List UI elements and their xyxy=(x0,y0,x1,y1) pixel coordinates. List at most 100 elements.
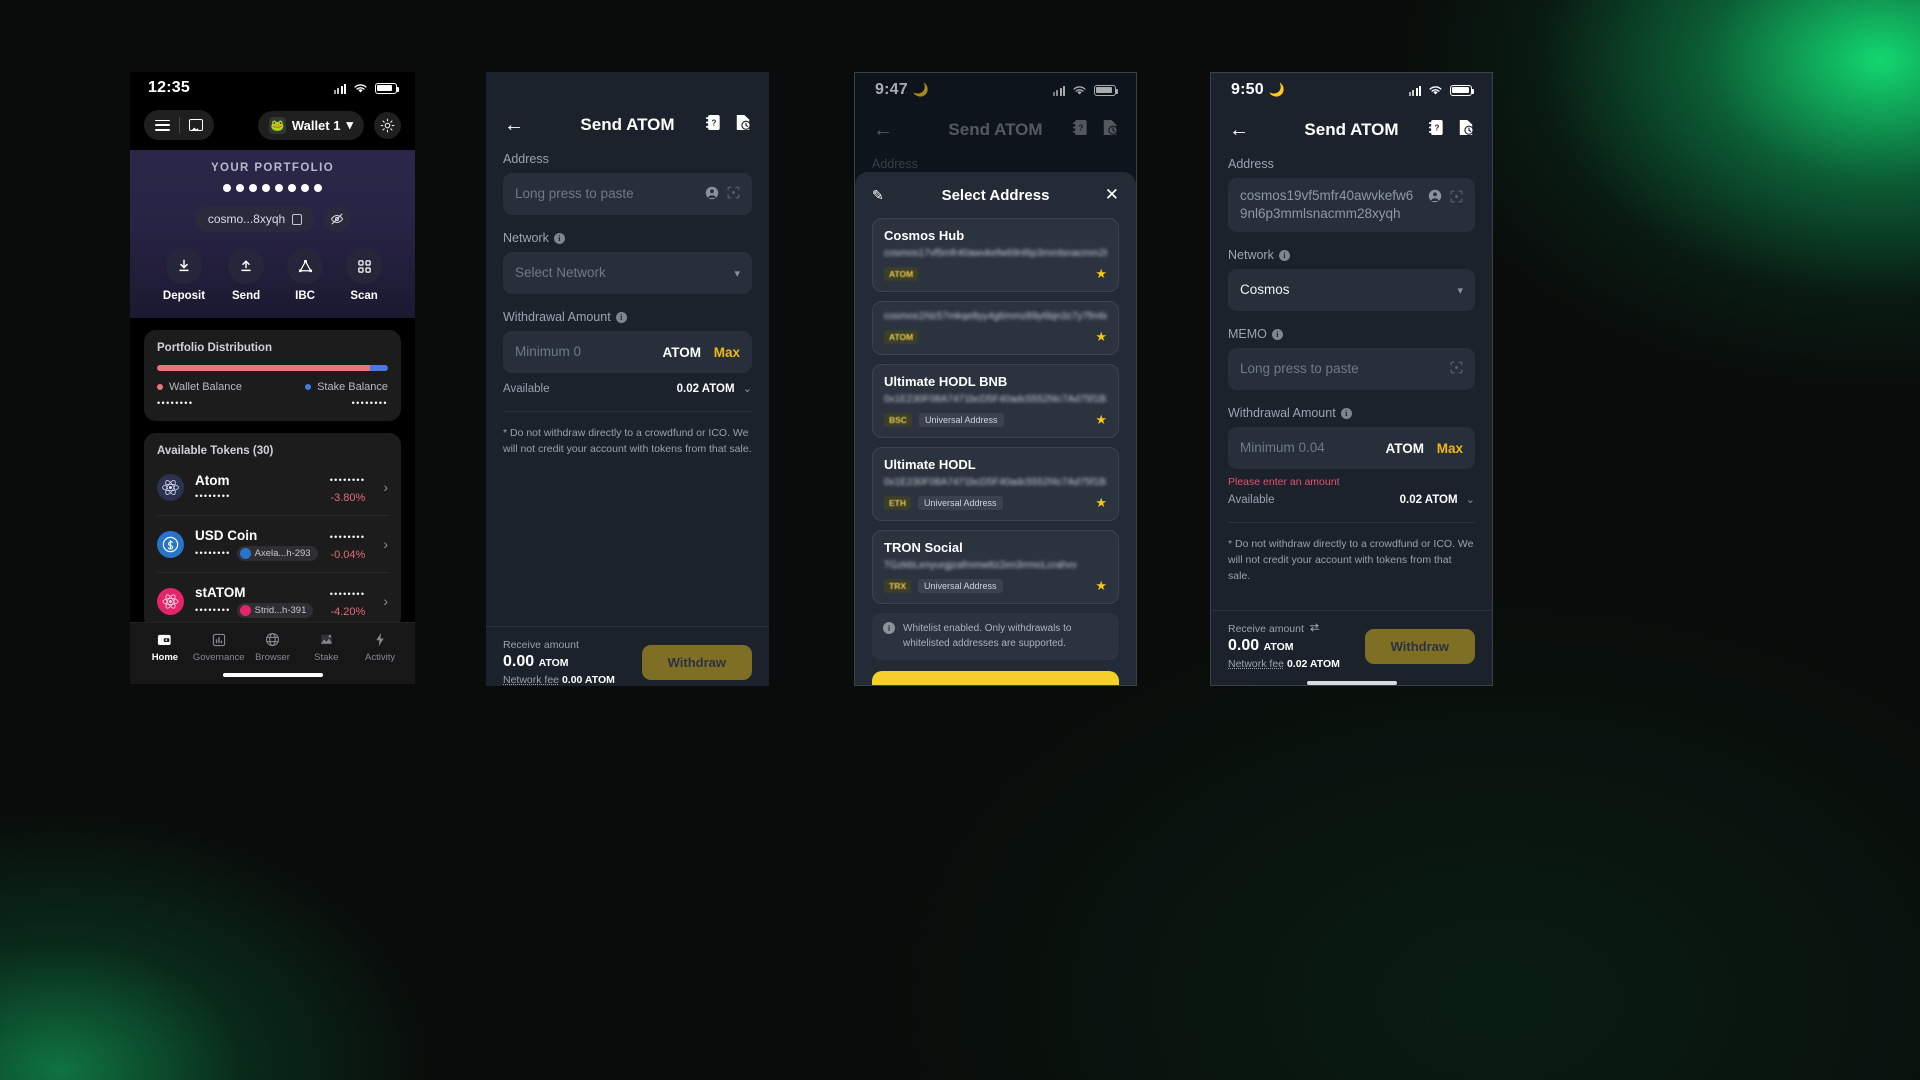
star-icon[interactable]: ★ xyxy=(1095,412,1107,428)
history-icon[interactable] xyxy=(1458,119,1474,141)
info-icon[interactable]: i xyxy=(553,232,565,244)
address-input[interactable]: Long press to paste xyxy=(503,173,752,215)
network-select[interactable]: Cosmos ▾ xyxy=(1228,269,1475,312)
qr-scan-icon[interactable] xyxy=(727,186,740,202)
tab-governance[interactable]: Governance xyxy=(192,631,246,663)
whitelist-text: Whitelist enabled. Only withdrawals to w… xyxy=(903,623,1072,649)
tab-activity[interactable]: Activity xyxy=(353,631,407,663)
available-row[interactable]: Available 0.02 ATOM ⌄ xyxy=(503,382,752,396)
available-label: Available xyxy=(1228,493,1275,506)
swap-icon[interactable] xyxy=(1309,623,1320,635)
memo-input[interactable]: Long press to paste xyxy=(1228,348,1475,391)
memo-label-text: MEMO xyxy=(1228,327,1267,342)
withdraw-note: * Do not withdraw directly to a crowdfun… xyxy=(503,427,752,455)
amount-label: Withdrawal Amount i xyxy=(503,310,752,324)
receive-amount-label: Receive amount xyxy=(503,639,579,651)
list-item[interactable]: Cosmos Hub cosmos17vf5mfr40awvkefw69nl6p… xyxy=(872,218,1119,292)
hamburger-icon[interactable] xyxy=(155,119,170,131)
action-ibc[interactable]: IBC xyxy=(287,248,324,302)
send-filled-screen: 9:50 🌙 ← Send ATOM ? Address cosmos19vf5… xyxy=(1211,73,1492,685)
max-button[interactable]: Max xyxy=(1437,441,1463,456)
max-button[interactable]: Max xyxy=(714,345,740,360)
bolt-icon xyxy=(353,631,407,648)
list-item[interactable]: stATOM •••••••• Strid...h-391 •••••••• -… xyxy=(157,573,388,629)
status-bar: 9:50 🌙 xyxy=(1211,73,1492,107)
signal-icon xyxy=(1408,85,1421,96)
tab-stake[interactable]: Stake xyxy=(299,631,353,663)
history-icon[interactable] xyxy=(735,114,751,136)
select-address-sheet: ✎ Select Address ✕ Cosmos Hub cosmos17vf… xyxy=(855,172,1136,685)
list-item[interactable]: USD Coin •••••••• Axela...h-293 ••••••••… xyxy=(157,516,388,573)
info-icon[interactable]: i xyxy=(1278,249,1290,261)
list-item[interactable]: cosmos1hlz57mkqe8yy4g6mmz89y6bjn3z7y7fm6… xyxy=(872,301,1119,355)
wallet-address-chip[interactable]: cosmo...8xyqh xyxy=(194,206,316,232)
star-icon[interactable]: ★ xyxy=(1095,578,1107,594)
divider xyxy=(179,117,180,133)
action-send[interactable]: Send xyxy=(228,248,265,302)
withdraw-button[interactable]: Withdraw xyxy=(1364,629,1475,664)
info-icon[interactable]: i xyxy=(1340,407,1352,419)
amount-input[interactable]: Minimum 0.04 ATOM Max xyxy=(1228,427,1475,470)
chain-tag: ETH xyxy=(884,496,911,510)
star-icon[interactable]: ★ xyxy=(1095,495,1107,511)
tokens-header: Available Tokens (30) xyxy=(157,445,274,457)
info-icon: i xyxy=(883,622,895,634)
menu-pill[interactable] xyxy=(144,110,214,140)
address-field-block: Address cosmos19vf5mfr40awvkefw69nl6p3mm… xyxy=(1228,157,1475,233)
address-placeholder: Long press to paste xyxy=(515,185,634,201)
action-scan[interactable]: Scan xyxy=(346,248,383,302)
list-item[interactable]: Ultimate HODL BNB 0x1E230F08A7471bcD5F40… xyxy=(872,364,1119,438)
info-icon[interactable]: i xyxy=(615,311,627,323)
action-deposit[interactable]: Deposit xyxy=(163,248,205,302)
arrow-left-icon[interactable]: ← xyxy=(504,115,528,135)
atom-icon xyxy=(157,473,184,501)
address-input[interactable]: cosmos19vf5mfr40awvkefw69nl6p3mmlsnacmm2… xyxy=(1228,178,1475,233)
star-icon[interactable]: ★ xyxy=(1095,329,1107,345)
legend-swatch xyxy=(305,384,312,390)
wallet-selector[interactable]: 🐸 Wallet 1 ▾ xyxy=(257,110,364,140)
legend-label: Stake Balance xyxy=(317,381,388,393)
qr-scan-icon[interactable] xyxy=(1450,361,1463,377)
receive-amount: 0.00 ATOM xyxy=(1228,637,1340,655)
chain-tag: ATOM xyxy=(884,330,919,344)
chain-badge: Strid...h-391 xyxy=(236,602,314,618)
add-new-address-button[interactable]: Add new address xyxy=(872,671,1119,685)
status-indicators xyxy=(1408,84,1475,96)
receive-amount: 0.00 ATOM xyxy=(503,653,615,671)
quick-actions: Deposit Send IBC Scan xyxy=(144,248,401,302)
qr-scan-icon[interactable] xyxy=(1450,190,1463,206)
address-book-icon[interactable]: ? xyxy=(1428,119,1444,141)
arrow-left-icon[interactable]: ← xyxy=(1229,120,1253,140)
network-select[interactable]: Select Network ▾ xyxy=(503,252,752,294)
list-item[interactable]: Atom •••••••• •••••••• -3.80% › xyxy=(157,459,388,516)
network-fee-row: Network fee 0.02 ATOM xyxy=(1228,658,1340,670)
address-value: 0x1E230F08A7471bcD5F40adc5552f4c7Ad75f1B… xyxy=(884,477,1107,488)
tab-browser[interactable]: Browser xyxy=(246,631,300,663)
withdraw-button[interactable]: Withdraw xyxy=(641,645,752,680)
contact-icon[interactable] xyxy=(1428,189,1442,206)
battery-icon xyxy=(1450,84,1475,96)
copy-icon[interactable] xyxy=(290,211,303,225)
receive-amount-label: Receive amount xyxy=(1228,623,1340,635)
image-icon[interactable] xyxy=(189,119,203,131)
token-amount: •••••••• xyxy=(195,548,231,558)
sheet-title: Select Address xyxy=(941,186,1050,204)
receive-amount-value: 0.00 xyxy=(1228,637,1260,654)
list-item[interactable]: TRON Social TGzkbLenyurgjzafmmwttz2en3rr… xyxy=(872,530,1119,604)
gear-icon[interactable] xyxy=(374,111,401,139)
amount-label-text: Withdrawal Amount xyxy=(503,310,611,324)
network-label: Network i xyxy=(503,231,752,245)
list-item[interactable]: Ultimate HODL 0x1E230F08A7471bcD5F40adc5… xyxy=(872,447,1119,521)
address-label: Address xyxy=(503,152,549,166)
amount-unit: ATOM xyxy=(662,344,701,360)
eye-off-icon[interactable] xyxy=(324,206,351,232)
tab-home[interactable]: Home xyxy=(138,631,192,663)
contact-icon[interactable] xyxy=(705,186,719,203)
info-icon[interactable]: i xyxy=(1271,328,1283,340)
amount-placeholder: Minimum 0.04 xyxy=(1240,440,1325,456)
legend-swatch xyxy=(157,384,163,390)
amount-input[interactable]: Minimum 0 ATOM Max xyxy=(503,331,752,373)
star-icon[interactable]: ★ xyxy=(1095,266,1107,282)
available-row[interactable]: Available 0.02 ATOM ⌄ xyxy=(1228,493,1475,507)
address-book-icon[interactable]: ? xyxy=(705,114,721,136)
